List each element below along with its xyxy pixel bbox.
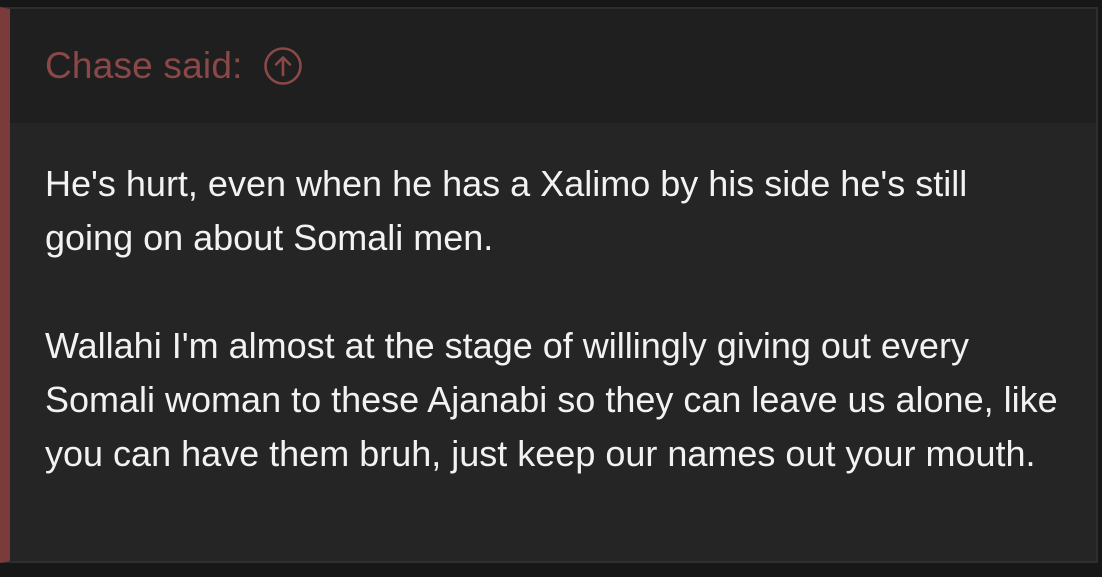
quote-block: Chase said: He's hurt, even when he has … xyxy=(0,7,1098,563)
arrow-up-circle-icon[interactable] xyxy=(263,46,303,86)
quote-body: He's hurt, even when he has a Xalimo by … xyxy=(10,123,1096,481)
quote-paragraph: He's hurt, even when he has a Xalimo by … xyxy=(45,163,968,258)
quote-paragraph: Wallahi I'm almost at the stage of willi… xyxy=(45,325,1058,474)
quote-header: Chase said: xyxy=(10,9,1096,123)
quote-author-label[interactable]: Chase said: xyxy=(45,45,243,87)
